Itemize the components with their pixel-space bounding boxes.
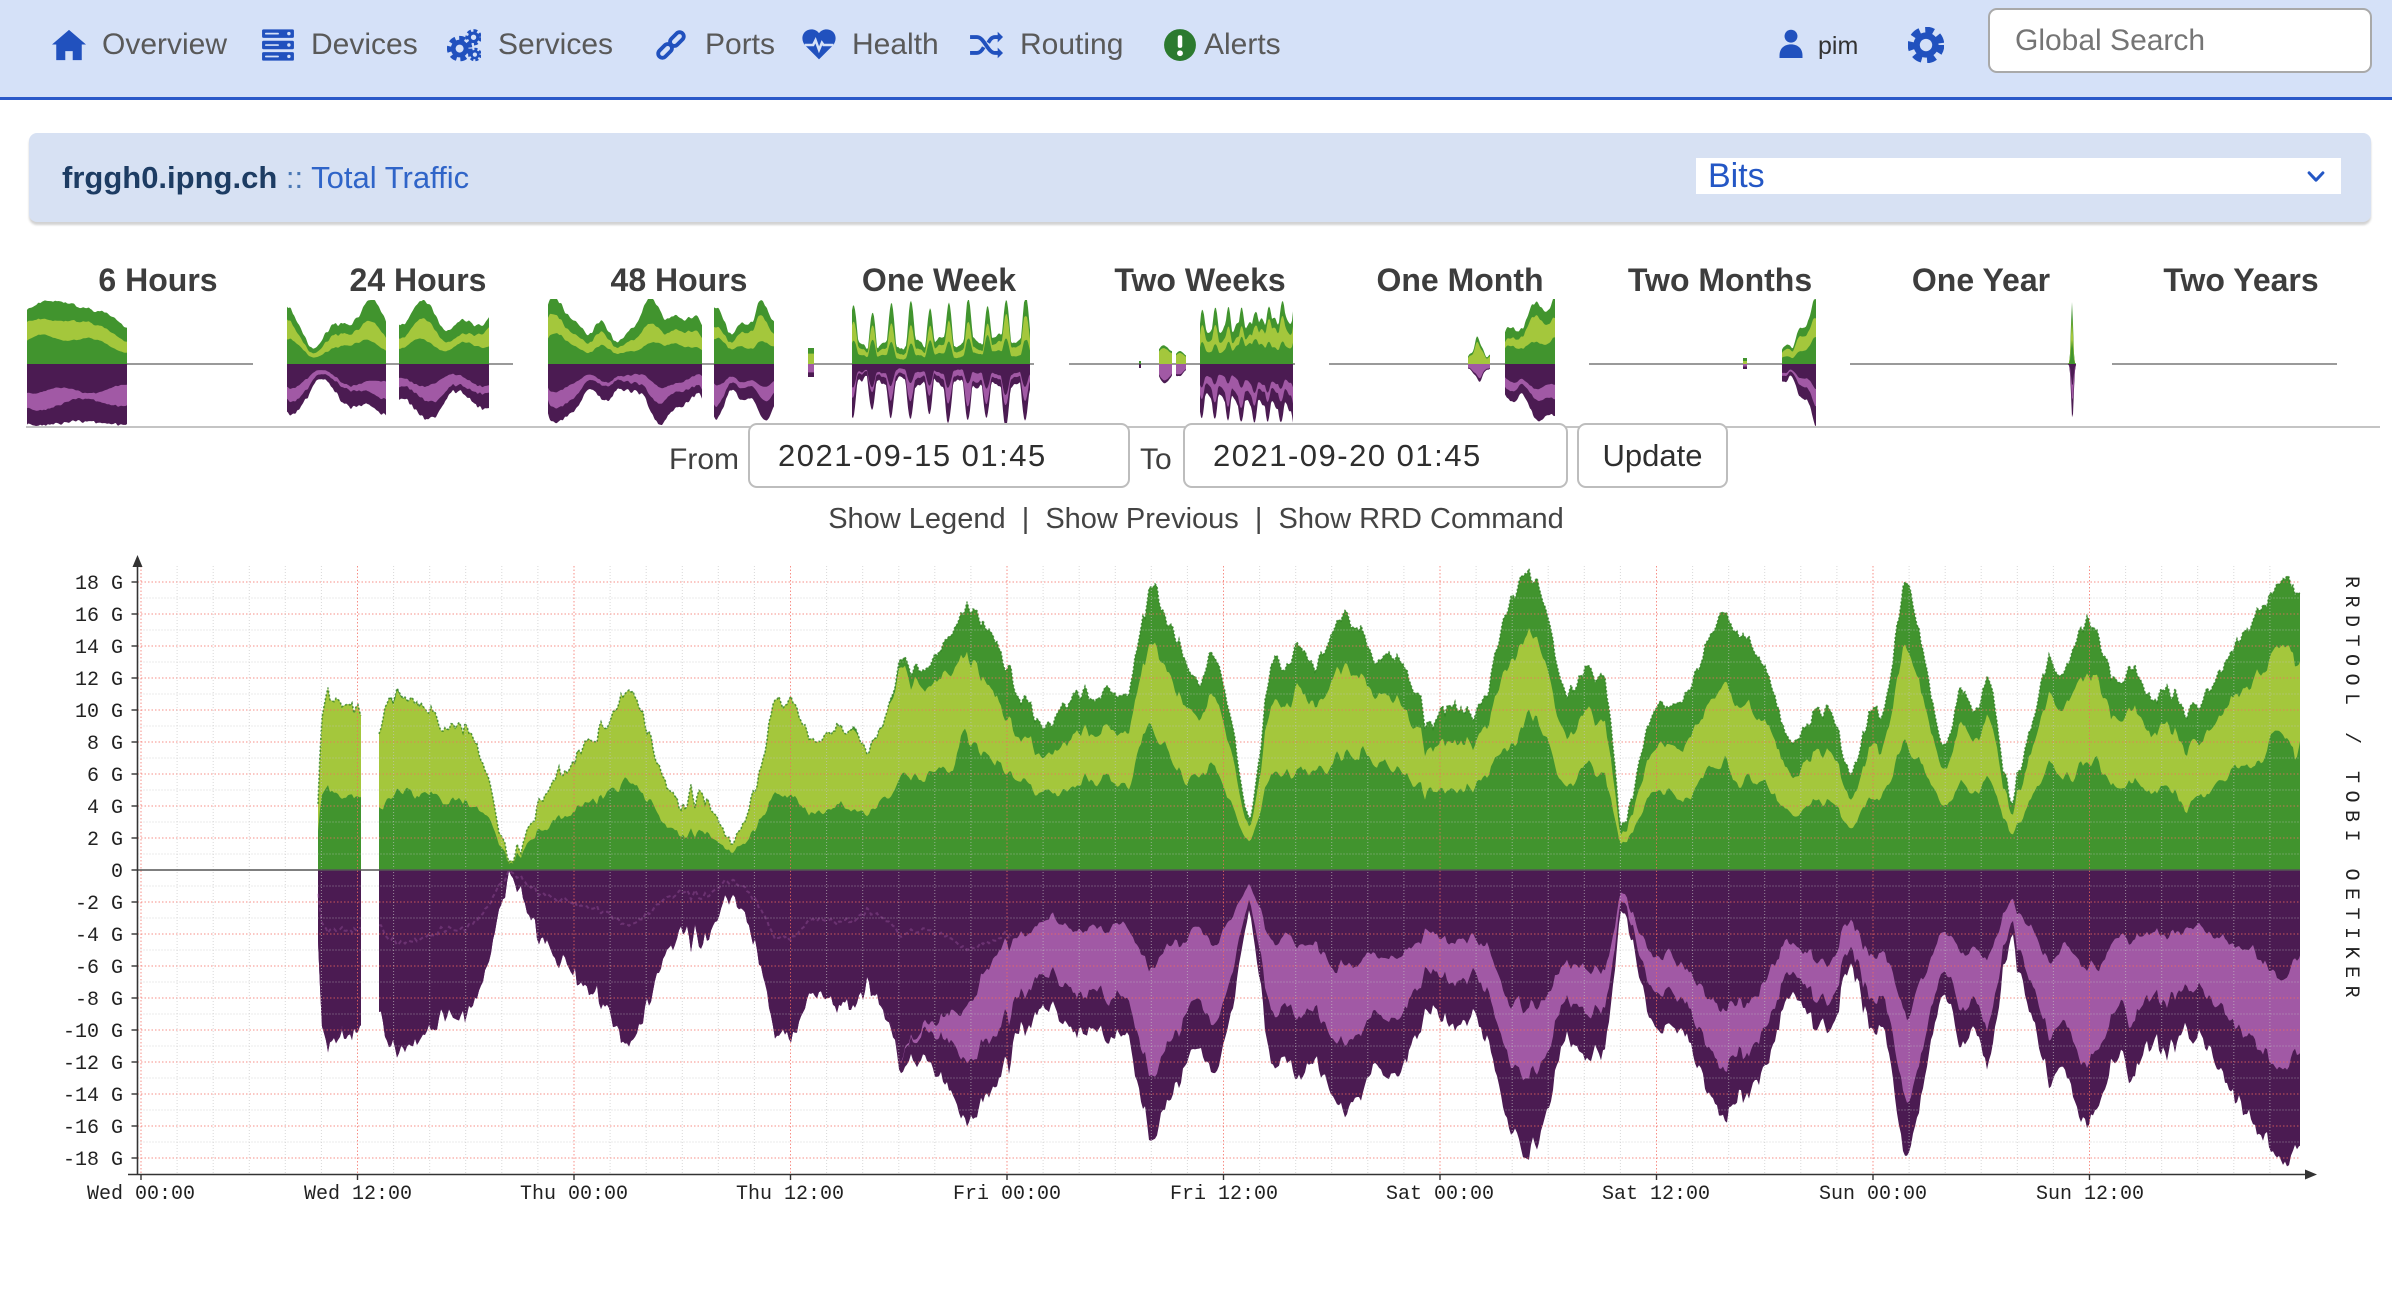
svg-text:-4 G: -4 G bbox=[75, 925, 123, 948]
svg-text:Sat 00:00: Sat 00:00 bbox=[1386, 1183, 1494, 1206]
svg-text:-14 G: -14 G bbox=[63, 1085, 123, 1108]
svg-text:8 G: 8 G bbox=[87, 733, 123, 756]
svg-text:Thu 00:00: Thu 00:00 bbox=[520, 1183, 628, 1206]
svg-text:-8 G: -8 G bbox=[75, 989, 123, 1012]
svg-text:Sat 12:00: Sat 12:00 bbox=[1602, 1183, 1710, 1206]
svg-text:-12 G: -12 G bbox=[63, 1053, 123, 1076]
svg-text:14 G: 14 G bbox=[75, 637, 123, 660]
svg-text:16 G: 16 G bbox=[75, 605, 123, 628]
svg-text:Wed 12:00: Wed 12:00 bbox=[304, 1183, 412, 1206]
svg-text:10 G: 10 G bbox=[75, 701, 123, 724]
svg-text:4 G: 4 G bbox=[87, 797, 123, 820]
svg-text:12 G: 12 G bbox=[75, 669, 123, 692]
svg-text:2 G: 2 G bbox=[87, 829, 123, 852]
svg-text:-16 G: -16 G bbox=[63, 1117, 123, 1140]
svg-text:18 G: 18 G bbox=[75, 573, 123, 596]
svg-text:Fri 12:00: Fri 12:00 bbox=[1170, 1183, 1278, 1206]
svg-text:-2 G: -2 G bbox=[75, 893, 123, 916]
svg-text:-18 G: -18 G bbox=[63, 1149, 123, 1172]
svg-text:-6 G: -6 G bbox=[75, 957, 123, 980]
svg-text:0: 0 bbox=[111, 861, 123, 884]
svg-text:Sun 12:00: Sun 12:00 bbox=[2036, 1183, 2144, 1206]
svg-text:RRDTOOL / TOBI OETIKER: RRDTOOL / TOBI OETIKER bbox=[2339, 576, 2362, 1005]
svg-text:-10 G: -10 G bbox=[63, 1021, 123, 1044]
svg-text:Wed 00:00: Wed 00:00 bbox=[87, 1183, 195, 1206]
svg-text:Sun 00:00: Sun 00:00 bbox=[1819, 1183, 1927, 1206]
svg-text:Thu 12:00: Thu 12:00 bbox=[736, 1183, 844, 1206]
svg-text:Fri 00:00: Fri 00:00 bbox=[953, 1183, 1061, 1206]
svg-text:6 G: 6 G bbox=[87, 765, 123, 788]
